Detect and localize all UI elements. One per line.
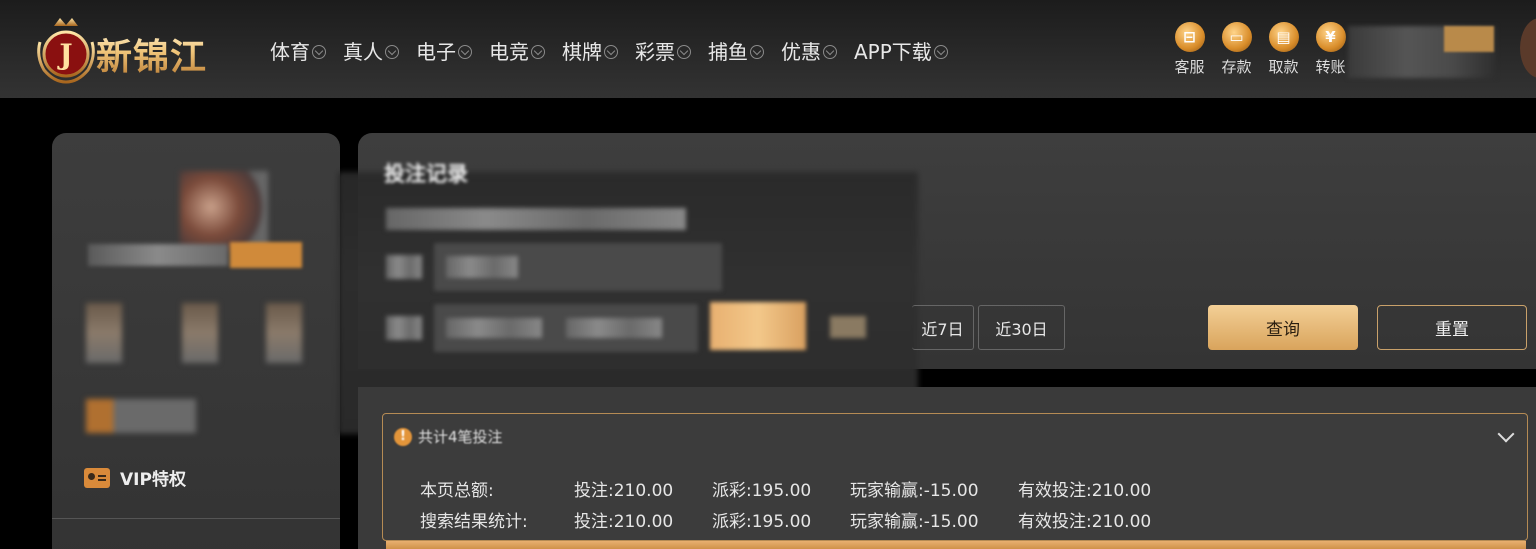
sidebar-stat-redacted[interactable]: [86, 303, 122, 363]
summary-bet: 投注:210.00: [574, 512, 674, 532]
sidebar-stat-redacted[interactable]: [182, 303, 218, 363]
nav-item-fishing[interactable]: 捕鱼: [708, 36, 764, 65]
summary-win-loss: 玩家输赢:-15.00: [850, 512, 979, 532]
profile-avatar-redacted: [180, 171, 268, 251]
crown-badge-icon: J: [37, 18, 95, 84]
chevron-down-icon: [677, 44, 691, 59]
summary-payout: 派彩:195.00: [712, 481, 812, 501]
table-header-bar: [386, 541, 1526, 549]
sidebar-stat-redacted[interactable]: [266, 303, 302, 363]
user-balance-redacted: [1444, 26, 1494, 52]
avatar[interactable]: [1520, 18, 1536, 78]
nav-item-live[interactable]: 真人: [343, 36, 399, 65]
chevron-down-icon: [312, 44, 326, 59]
date-end-redacted: [566, 318, 662, 338]
wallet-icon: ▭: [1221, 22, 1252, 52]
nav-item-slots[interactable]: 电子: [416, 36, 472, 65]
nav-label: 彩票: [635, 40, 675, 64]
summary-bet: 投注:210.00: [574, 481, 674, 501]
summary-row-label: 搜索结果统计:: [420, 512, 528, 532]
chevron-down-icon: [604, 44, 618, 59]
withdraw-button[interactable]: ▤ 取款: [1260, 22, 1307, 77]
qa-label: 存款: [1221, 58, 1252, 76]
page-title: 投注记录: [384, 162, 468, 186]
chevron-down-icon: [385, 44, 399, 59]
transfer-icon: ¥: [1315, 22, 1346, 52]
qa-label: 取款: [1268, 58, 1299, 76]
filter-description-redacted: [386, 208, 686, 230]
account-sidebar: VIP特权: [52, 133, 340, 549]
nav-label: 真人: [343, 40, 383, 64]
range-button-30-days[interactable]: 近30日: [978, 305, 1065, 350]
summary-win-loss: 玩家输赢:-15.00: [850, 481, 979, 501]
filter-label-redacted: [386, 255, 422, 279]
nav-label: APP下载: [854, 40, 932, 64]
summary-header: ! 共计4笔投注: [394, 426, 503, 447]
range-button-today-redacted[interactable]: [710, 302, 806, 350]
quick-actions: ⊟ 客服 ▭ 存款 ▤ 取款 ¥ 转账: [1166, 22, 1354, 77]
username-redacted: [88, 244, 228, 266]
chat-icon: ⊟: [1174, 22, 1205, 52]
qa-label: 客服: [1174, 58, 1205, 76]
customer-service-button[interactable]: ⊟ 客服: [1166, 22, 1213, 77]
date-start-redacted: [446, 318, 542, 338]
query-button[interactable]: 查询: [1208, 305, 1358, 350]
nav-item-app-download[interactable]: APP下载: [854, 36, 948, 65]
summary-payout: 派彩:195.00: [712, 512, 812, 532]
info-icon: !: [394, 427, 412, 446]
reset-button[interactable]: 重置: [1377, 305, 1527, 350]
nav-label: 体育: [270, 40, 310, 64]
transfer-button[interactable]: ¥ 转账: [1307, 22, 1354, 77]
chevron-down-icon: [750, 44, 764, 59]
sidebar-item-vip[interactable]: VIP特权: [84, 465, 186, 490]
range-button-7-days[interactable]: 近7日: [912, 305, 974, 350]
sidebar-item-label: VIP特权: [120, 470, 186, 490]
cash-icon: ▤: [1268, 22, 1299, 52]
deposit-button[interactable]: ▭ 存款: [1213, 22, 1260, 77]
nav-item-cards[interactable]: 棋牌: [562, 36, 618, 65]
summary-count: 共计4笔投注: [418, 428, 503, 446]
nav-label: 电子: [416, 40, 456, 64]
nav-item-lottery[interactable]: 彩票: [635, 36, 691, 65]
nav-label: 棋牌: [562, 40, 602, 64]
sidebar-item-redacted[interactable]: [86, 399, 196, 433]
range-button-redacted[interactable]: [830, 316, 866, 338]
select-value-redacted: [446, 256, 518, 278]
nav-label: 捕鱼: [708, 40, 748, 64]
summary-valid-bet: 有效投注:210.00: [1018, 481, 1152, 501]
nav-label: 电竞: [489, 40, 529, 64]
top-navbar: J 新锦江 体育 真人 电子 电竞 棋牌 彩票 捕鱼 优惠 APP下载 ⊟ 客服…: [0, 0, 1536, 98]
id-card-icon: [84, 467, 110, 488]
brand-logo[interactable]: J 新锦江: [30, 12, 240, 86]
summary-valid-bet: 有效投注:210.00: [1018, 512, 1152, 532]
chevron-down-icon: [933, 44, 948, 59]
chevron-down-icon: [823, 44, 837, 59]
chevron-down-icon: [531, 44, 545, 59]
logo-letter: J: [56, 38, 72, 71]
chevron-down-icon: [458, 44, 472, 59]
qa-label: 转账: [1315, 58, 1346, 76]
nav-label: 优惠: [781, 40, 821, 64]
brand-name: 新锦江: [96, 28, 207, 80]
nav-item-promotions[interactable]: 优惠: [781, 36, 837, 65]
filter-label-redacted: [386, 316, 422, 340]
nav-item-sports[interactable]: 体育: [270, 36, 326, 65]
divider: [52, 518, 340, 519]
nav-item-esports[interactable]: 电竞: [489, 36, 545, 65]
vip-level-badge-redacted: [230, 242, 302, 268]
main-nav: 体育 真人 电子 电竞 棋牌 彩票 捕鱼 优惠 APP下载: [270, 36, 965, 65]
summary-row-label: 本页总额:: [420, 481, 494, 501]
